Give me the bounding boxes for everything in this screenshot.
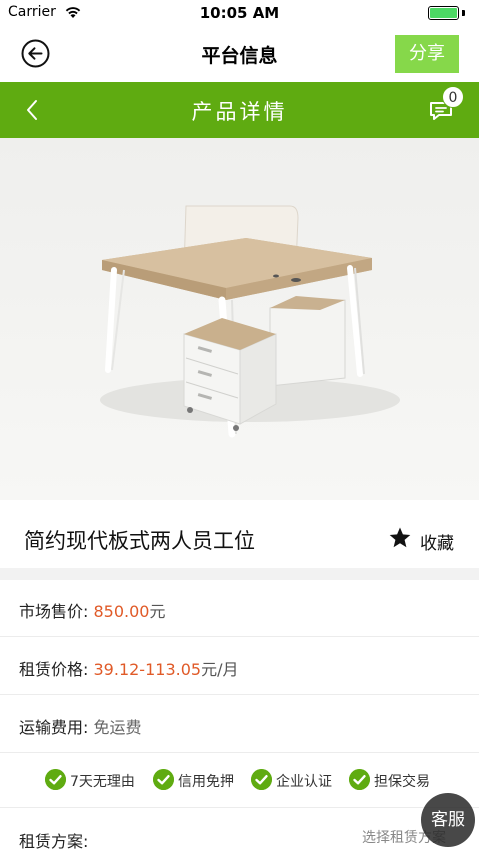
page: Carrier 10:05 AM 平台信息 分享 产品详情 0 简约现代板式两人… xyxy=(0,0,479,853)
product-image xyxy=(0,138,479,500)
guarantee-label: 信用免押 xyxy=(178,774,234,790)
shipping-text: 运输费用: 免运费 xyxy=(19,714,142,738)
market-price-label: 市场售价: xyxy=(19,602,89,621)
product-title-row: 简约现代板式两人员工位 收藏 xyxy=(0,510,479,568)
rent-price-label: 租赁价格: xyxy=(19,660,89,679)
check-circle-icon xyxy=(251,769,272,790)
shipping-label: 运输费用: xyxy=(19,718,89,737)
rental-plan-row[interactable]: 租赁方案: 选择租赁方案 xyxy=(0,808,479,853)
product-header: 产品详情 0 xyxy=(0,82,479,138)
battery-fill xyxy=(430,8,457,18)
guarantee-label: 担保交易 xyxy=(374,774,430,790)
check-circle-icon xyxy=(349,769,370,790)
message-count-badge: 0 xyxy=(442,86,464,108)
product-title: 简约现代板式两人员工位 xyxy=(24,529,255,553)
guarantee-badges: 7天无理由 信用免押 企业认证 担保交易 xyxy=(0,754,479,808)
guarantee-label: 企业认证 xyxy=(276,774,332,790)
desk-illustration xyxy=(0,138,479,500)
rent-price-value: 39.12-113.05 xyxy=(93,660,202,679)
section-divider xyxy=(0,568,479,580)
rent-price-row: 租赁价格: 39.12-113.05元/月 xyxy=(0,638,479,695)
market-price-value: 850.00 xyxy=(93,602,150,621)
header-title: 产品详情 xyxy=(191,100,288,124)
customer-service-button[interactable]: 客服 xyxy=(421,793,475,847)
favorite-label: 收藏 xyxy=(420,534,454,554)
status-bar: Carrier 10:05 AM xyxy=(0,0,479,26)
shipping-value: 免运费 xyxy=(93,718,142,737)
star-icon xyxy=(389,527,411,548)
share-button[interactable]: 分享 xyxy=(395,35,459,73)
check-circle-icon xyxy=(153,769,174,790)
market-price-unit: 元 xyxy=(149,602,166,621)
market-price-row: 市场售价: 850.00元 xyxy=(0,580,479,637)
battery-tip xyxy=(462,10,465,16)
rental-plan-label: 租赁方案: xyxy=(19,832,89,851)
market-price-text: 市场售价: 850.00元 xyxy=(19,598,166,622)
battery-icon xyxy=(428,6,459,20)
shipping-row: 运输费用: 免运费 xyxy=(0,696,479,753)
nav-bar: 平台信息 分享 xyxy=(0,26,479,82)
guarantee-label: 7天无理由 xyxy=(70,774,135,790)
rent-price-unit: 元/月 xyxy=(201,660,239,679)
rent-price-text: 租赁价格: 39.12-113.05元/月 xyxy=(19,656,238,680)
clock-time: 10:05 AM xyxy=(199,4,280,22)
check-circle-icon xyxy=(45,769,66,790)
